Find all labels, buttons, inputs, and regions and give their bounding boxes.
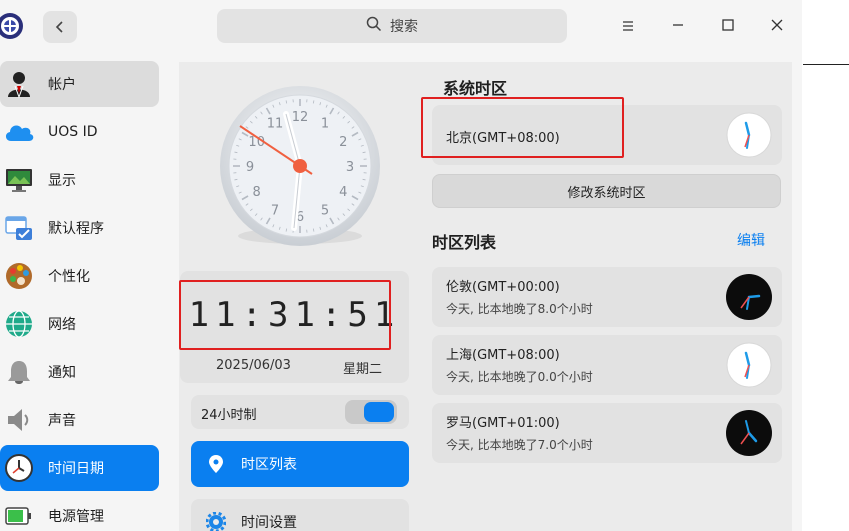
clock-number: 1 xyxy=(321,117,329,132)
back-icon xyxy=(54,18,66,37)
location-pin-icon xyxy=(205,454,227,474)
sidebar-item-personalization[interactable]: 个性化 xyxy=(0,253,159,299)
sidebar-item-uos-id[interactable]: UOS ID xyxy=(0,109,159,155)
sidebar-item-label: 个性化 xyxy=(48,269,90,285)
nav-time-settings[interactable]: 时间设置 xyxy=(191,499,409,531)
current-date: 2025/06/03 xyxy=(216,358,291,373)
default-apps-icon xyxy=(2,211,36,245)
menu-icon xyxy=(621,17,635,36)
current-weekday: 星期二 xyxy=(342,362,382,377)
hour24-label: 24小时制 xyxy=(201,408,257,423)
timezone-item-london[interactable]: 伦敦(GMT+00:00) 今天, 比本地晚了8.0个小时 xyxy=(432,267,782,327)
back-button[interactable] xyxy=(43,11,77,43)
timezone-city: 上海(GMT+08:00) xyxy=(446,348,560,363)
timezone-list-title: 时区列表 xyxy=(432,233,497,252)
menu-button[interactable] xyxy=(616,14,640,38)
timezone-item-rome[interactable]: 罗马(GMT+01:00) 今天, 比本地晚了7.0个小时 xyxy=(432,403,782,463)
sidebar-item-network[interactable]: 网络 xyxy=(0,301,159,347)
close-button[interactable] xyxy=(765,14,789,38)
network-icon xyxy=(2,307,36,341)
sidebar-item-label: 通知 xyxy=(48,365,76,381)
minimize-icon xyxy=(671,17,685,36)
nav-timezone-list[interactable]: 时区列表 xyxy=(191,441,409,487)
sidebar-item-display[interactable]: 显示 xyxy=(0,157,159,203)
clock-number: 11 xyxy=(267,117,284,132)
mini-clock-icon xyxy=(726,410,772,456)
clock-number: 3 xyxy=(346,160,354,175)
sidebar-item-label: UOS ID xyxy=(48,124,98,140)
speaker-icon xyxy=(2,403,36,437)
clock-number: 7 xyxy=(271,203,279,218)
analog-clock: 12 1 2 3 4 5 6 7 8 9 10 11 xyxy=(212,84,388,252)
timezone-diff: 今天, 比本地晚了7.0个小时 xyxy=(446,438,593,452)
hour24-row: 24小时制 xyxy=(191,395,409,429)
nav-label: 时间设置 xyxy=(241,515,297,531)
clock-number: 5 xyxy=(321,203,329,218)
timezone-diff: 今天, 比本地晚了8.0个小时 xyxy=(446,302,593,316)
sidebar-item-label: 显示 xyxy=(48,173,76,189)
edit-button[interactable]: 编辑 xyxy=(737,230,765,250)
sidebar-item-label: 时间日期 xyxy=(48,461,104,477)
display-icon xyxy=(2,163,36,197)
sidebar-item-label: 电源管理 xyxy=(48,509,104,525)
gear-icon xyxy=(205,512,227,531)
clock-number: 8 xyxy=(253,185,261,200)
clock-icon xyxy=(2,451,36,485)
search-icon xyxy=(366,16,382,36)
clock-number: 12 xyxy=(292,110,309,125)
mini-clock-icon xyxy=(726,342,772,388)
clock-number: 2 xyxy=(339,135,347,150)
cloud-icon xyxy=(2,115,36,149)
account-icon xyxy=(2,67,36,101)
search-placeholder: 搜索 xyxy=(390,19,418,35)
toggle-knob xyxy=(364,402,394,422)
sidebar: 帐户 UOS ID 显示 默认程序 个性化 网络 通知 声音 时间日期 电源管理 xyxy=(0,52,168,531)
sidebar-item-power[interactable]: 电源管理 xyxy=(0,493,159,531)
close-icon xyxy=(770,17,784,36)
control-center-window: 搜索 帐户 UOS ID 显示 默认程序 个性化 网络 通知 声音 时间日期 电… xyxy=(0,0,802,531)
sidebar-item-account[interactable]: 帐户 xyxy=(0,61,159,107)
system-timezone-title: 系统时区 xyxy=(443,79,508,98)
sidebar-item-label: 网络 xyxy=(48,317,76,333)
highlight-box-system-timezone xyxy=(421,97,624,158)
highlight-box-time xyxy=(179,280,391,350)
minimize-button[interactable] xyxy=(666,14,690,38)
timezone-item-shanghai[interactable]: 上海(GMT+08:00) 今天, 比本地晚了0.0个小时 xyxy=(432,335,782,395)
mini-clock-icon xyxy=(726,112,772,158)
external-divider xyxy=(803,64,849,65)
sidebar-item-label: 默认程序 xyxy=(48,221,104,237)
search-box[interactable]: 搜索 xyxy=(217,9,567,43)
sidebar-item-label: 帐户 xyxy=(48,77,76,93)
sidebar-item-datetime[interactable]: 时间日期 xyxy=(0,445,159,491)
timezone-city: 罗马(GMT+01:00) xyxy=(446,416,560,431)
app-logo-icon xyxy=(0,10,24,42)
clock-number: 4 xyxy=(339,185,347,200)
bell-icon xyxy=(2,355,36,389)
personalization-icon xyxy=(2,259,36,293)
hour24-toggle[interactable] xyxy=(345,400,397,424)
timezone-city: 伦敦(GMT+00:00) xyxy=(446,280,560,295)
sidebar-item-notification[interactable]: 通知 xyxy=(0,349,159,395)
sidebar-item-label: 声音 xyxy=(48,413,76,429)
maximize-button[interactable] xyxy=(716,14,740,38)
titlebar: 搜索 xyxy=(0,0,802,52)
mini-clock-icon xyxy=(726,274,772,320)
sidebar-item-default-apps[interactable]: 默认程序 xyxy=(0,205,159,251)
battery-icon xyxy=(2,499,36,531)
maximize-icon xyxy=(721,17,735,36)
sidebar-item-sound[interactable]: 声音 xyxy=(0,397,159,443)
clock-number: 9 xyxy=(246,160,254,175)
nav-label: 时区列表 xyxy=(241,457,297,473)
change-system-timezone-button[interactable]: 修改系统时区 xyxy=(432,174,781,208)
timezone-diff: 今天, 比本地晚了0.0个小时 xyxy=(446,370,593,384)
